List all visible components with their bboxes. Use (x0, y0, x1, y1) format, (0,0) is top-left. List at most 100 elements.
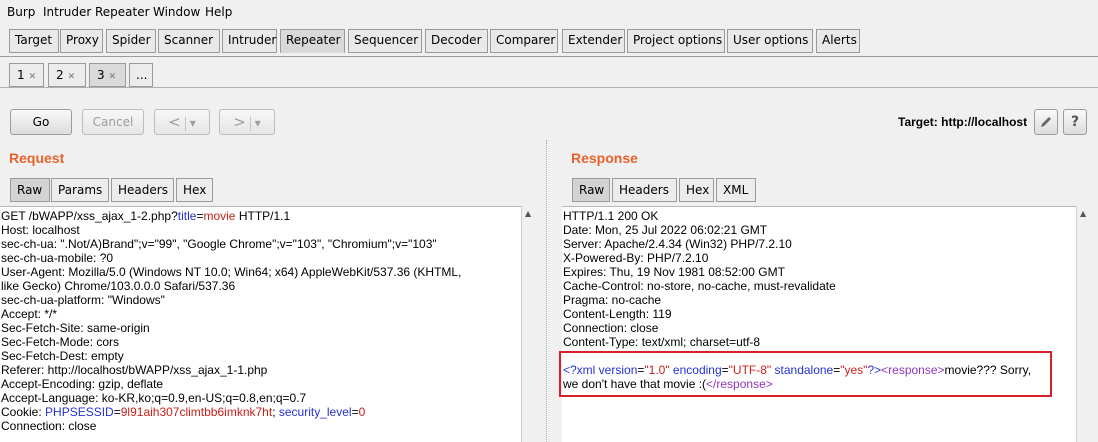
tab-scanner[interactable]: Scanner (158, 29, 220, 53)
response-header-line: Connection: close (563, 321, 659, 335)
cookie-eq: = (351, 405, 359, 419)
tab-sequencer[interactable]: Sequencer (348, 29, 422, 53)
menu-window[interactable]: Window (153, 5, 200, 19)
repeater-tab-2[interactable]: 2 ✕ (48, 63, 86, 87)
request-header-line: Connection: close (1, 419, 97, 433)
cookie-name: PHPSESSID (45, 405, 114, 419)
tab-user-options[interactable]: User options (727, 29, 813, 53)
request-header-line: User-Agent: Mozilla/5.0 (Windows NT 10.0… (1, 265, 462, 279)
request-header-line: Sec-Fetch-Site: same-origin (1, 321, 150, 335)
edit-target-button[interactable] (1034, 109, 1058, 135)
tab-repeater[interactable]: Repeater (280, 29, 345, 53)
request-tab-raw[interactable]: Raw (10, 178, 50, 202)
tab-spider[interactable]: Spider (106, 29, 156, 53)
request-title: Request (9, 150, 65, 166)
request-header-line: Host: localhost (1, 223, 80, 237)
response-header-line: Cache-Control: no-store, no-cache, must-… (563, 279, 836, 293)
split-pane-divider[interactable] (540, 140, 556, 442)
response-title: Response (571, 150, 638, 166)
scroll-up-icon[interactable]: ▲ (1080, 209, 1086, 218)
request-header-line: Sec-Fetch-Mode: cors (1, 335, 120, 349)
menu-repeater[interactable]: Repeater (95, 5, 150, 19)
response-header-line: Pragma: no-cache (563, 293, 662, 307)
tab-project-options[interactable]: Project options (627, 29, 725, 53)
response-header-line: HTTP/1.1 200 OK (563, 209, 659, 223)
tab-intruder[interactable]: Intruder (222, 29, 277, 53)
menu-help[interactable]: Help (205, 5, 232, 19)
response-tab-headers[interactable]: Headers (612, 178, 677, 202)
tab-decoder[interactable]: Decoder (425, 29, 488, 53)
repeater-tab-label: 1 (17, 68, 25, 82)
menu-intruder[interactable]: Intruder (43, 5, 91, 19)
repeater-tab-3[interactable]: 3 ✕ (89, 63, 126, 87)
param-value: movie (203, 209, 236, 223)
response-tab-raw[interactable]: Raw (572, 178, 610, 202)
repeater-tab-label: 2 (56, 68, 64, 82)
param-name: title (177, 209, 197, 223)
cookie-eq: = (113, 405, 121, 419)
dropdown-icon: ▾ (254, 116, 261, 130)
menu-burp[interactable]: Burp (7, 5, 35, 19)
request-header-line: Sec-Fetch-Dest: empty (1, 349, 124, 363)
response-header-line: Content-Type: text/xml; charset=utf-8 (563, 335, 761, 349)
request-line-start: GET /bWAPP/xss_ajax_1-2.php? (1, 209, 178, 223)
divider-line (546, 140, 550, 442)
request-tab-hex[interactable]: Hex (176, 178, 213, 202)
scroll-up-icon[interactable]: ▲ (525, 209, 531, 218)
menu-bar: Burp Intruder Repeater Window Help (0, 0, 1098, 24)
response-scrollbar[interactable]: ▲ (1076, 206, 1092, 442)
forward-button[interactable]: > ▾ (219, 109, 275, 135)
pencil-icon (1041, 117, 1051, 127)
tab-target[interactable]: Target (9, 29, 59, 53)
back-button[interactable]: < ▾ (154, 109, 210, 135)
separator (249, 116, 251, 131)
forward-arrow-icon: > (233, 113, 246, 131)
response-header-line: Date: Mon, 25 Jul 2022 06:02:21 GMT (563, 223, 768, 237)
response-editor[interactable]: HTTP/1.1 200 OK Date: Mon, 25 Jul 2022 0… (562, 206, 1076, 442)
cookie-name: security_level (278, 405, 352, 419)
cookie-value: 9l91aih307climtbb6imknk7ht (120, 405, 273, 419)
highlight-box (559, 351, 1052, 397)
request-header-line: Accept-Language: ko-KR,ko;q=0.9,en-US;q=… (1, 391, 307, 405)
separator (184, 116, 186, 131)
request-header-line: like Gecko) Chrome/103.0.0.0 Safari/537.… (1, 279, 236, 293)
repeater-tab-label: 3 (97, 68, 105, 82)
cookie-line: Cookie: PHPSESSID=9l91aih307climtbb6imkn… (1, 405, 365, 419)
request-header-line: sec-ch-ua-mobile: ?0 (1, 251, 114, 265)
request-line: GET /bWAPP/xss_ajax_1-2.php?title=movie … (1, 209, 290, 223)
close-icon[interactable]: ✕ (29, 72, 37, 82)
request-header-line: Accept-Encoding: gzip, deflate (1, 377, 164, 391)
response-tab-hex[interactable]: Hex (679, 178, 714, 202)
cancel-button[interactable]: Cancel (82, 109, 144, 135)
main-tab-bar: Target Proxy Spider Scanner Intruder Rep… (0, 24, 1098, 57)
help-button[interactable]: ? (1063, 109, 1087, 135)
subtab-divider-line (0, 87, 1098, 88)
request-header-line: sec-ch-ua-platform: "Windows" (1, 293, 165, 307)
new-tab-button[interactable]: ... (129, 63, 153, 87)
close-icon[interactable]: ✕ (68, 72, 76, 82)
response-tab-xml[interactable]: XML (716, 178, 756, 202)
response-header-line: Expires: Thu, 19 Nov 1981 08:52:00 GMT (563, 265, 785, 279)
target-label: Target: http://localhost (898, 115, 1028, 129)
help-icon: ? (1070, 114, 1080, 130)
request-editor[interactable]: GET /bWAPP/xss_ajax_1-2.php?title=movie … (0, 206, 521, 442)
repeater-tab-1[interactable]: 1 ✕ (9, 63, 44, 87)
tab-extender[interactable]: Extender (562, 29, 625, 53)
request-tab-params[interactable]: Params (51, 178, 109, 202)
request-scrollbar[interactable]: ▲ (521, 206, 537, 442)
response-header-line: Content-Length: 119 (563, 307, 672, 321)
tab-proxy[interactable]: Proxy (60, 29, 103, 53)
close-icon[interactable]: ✕ (109, 72, 117, 82)
go-button[interactable]: Go (10, 109, 72, 135)
tab-divider-line (0, 56, 1098, 57)
cookie-value: 0 (358, 405, 366, 419)
response-header-line: Server: Apache/2.4.34 (Win32) PHP/7.2.10 (563, 237, 792, 251)
tab-alerts[interactable]: Alerts (816, 29, 860, 53)
cookie-prefix: Cookie: (1, 405, 46, 419)
dropdown-icon: ▾ (189, 116, 196, 130)
request-header-line: Accept: */* (1, 307, 58, 321)
response-header-line: X-Powered-By: PHP/7.2.10 (563, 251, 709, 265)
request-tab-headers[interactable]: Headers (111, 178, 174, 202)
request-header-line: sec-ch-ua: ".Not/A)Brand";v="99", "Googl… (1, 237, 437, 251)
tab-comparer[interactable]: Comparer (490, 29, 558, 53)
